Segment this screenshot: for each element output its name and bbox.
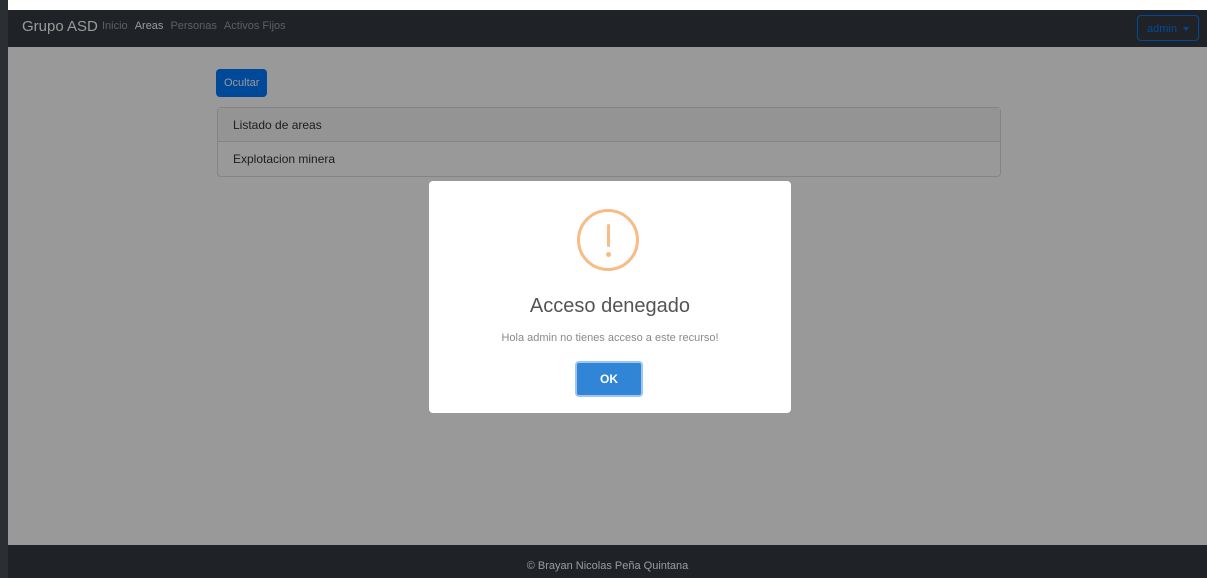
warning-icon-bar: [607, 224, 610, 247]
modal-backdrop[interactable]: Acceso denegado Hola admin no tienes acc…: [8, 10, 1207, 578]
warning-icon: [577, 209, 639, 271]
alert-dialog: Acceso denegado Hola admin no tienes acc…: [429, 181, 791, 413]
frame-edge-left: [0, 0, 8, 578]
screen-frame: Grupo ASD Inicio Areas Personas Activos …: [0, 0, 1207, 578]
alert-title: Acceso denegado: [529, 295, 691, 317]
app-window: Grupo ASD Inicio Areas Personas Activos …: [8, 10, 1207, 578]
frame-edge-top: [0, 0, 1207, 10]
alert-message: Hola admin no tienes acceso a este recur…: [501, 332, 719, 344]
warning-icon-dot: [606, 252, 611, 257]
confirm-button[interactable]: OK: [575, 361, 643, 397]
